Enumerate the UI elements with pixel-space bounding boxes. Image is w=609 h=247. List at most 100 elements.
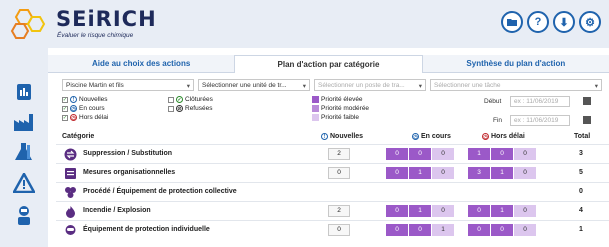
settings-button[interactable]: ⚙ <box>579 11 601 33</box>
lab-flask-icon <box>15 143 32 160</box>
legend-en-cours-label: En cours <box>79 105 105 112</box>
app-tagline: Évaluer le risque chimique <box>57 32 134 39</box>
worker-icon <box>18 206 30 225</box>
header-en-cours: ◷ En cours <box>412 133 451 140</box>
legend-en-cours[interactable]: ✓ ◷ En cours <box>62 104 108 113</box>
row-label: Équipement de protection individuelle <box>83 226 210 233</box>
checkbox-refusees[interactable] <box>168 105 174 112</box>
table-row[interactable]: Suppression / Substitution 2 0 0 0 1 0 0… <box>56 144 609 162</box>
header-nouvelles: ! Nouvelles <box>321 133 363 140</box>
row-total: 0 <box>579 188 583 195</box>
hors-delai-medium: 1 <box>491 167 513 179</box>
en-cours-medium: 0 <box>409 148 431 160</box>
status-legend-primary: ✓ ! Nouvelles ✓ ◷ En cours ✓ ◷ Hors déla… <box>62 95 108 122</box>
en-cours-high: 0 <box>386 205 408 217</box>
header-category: Catégorie <box>62 133 95 140</box>
tab-bar: Aide au choix des actions Plan d'action … <box>48 55 609 73</box>
report-icon <box>17 84 31 100</box>
legend-nouvelles-label: Nouvelles <box>79 96 108 103</box>
legend-cloturees-label: Clôturées <box>185 96 213 103</box>
tab-plan-action[interactable]: Plan d'action par catégorie <box>234 55 423 73</box>
priority-legend: Priorité élevée Priorité modérée Priorit… <box>312 95 369 122</box>
status-legend-secondary: ✓ Clôturées ⊘ Refusées <box>168 95 213 113</box>
folder-open-button[interactable] <box>501 11 523 33</box>
hors-delai-high: 0 <box>468 224 490 236</box>
settings-icon: ⚙ <box>585 16 595 29</box>
header-toolbar: ? ⬇ ⚙ <box>501 11 601 33</box>
header-total: Total <box>574 133 591 140</box>
debut-date-input[interactable]: ex : 11/06/2019 <box>510 96 570 107</box>
checkbox-hors-delai[interactable]: ✓ <box>62 114 68 121</box>
warning-triangle-icon <box>13 173 35 193</box>
checkbox-en-cours[interactable]: ✓ <box>62 105 68 112</box>
legend-priority-low-label: Priorité faible <box>321 114 359 121</box>
table-row[interactable]: Incendie / Explosion 2 0 1 0 0 1 0 4 <box>56 201 609 219</box>
en-cours-high: 0 <box>386 167 408 179</box>
company-select-value: Piscine Martin et fils <box>66 82 124 89</box>
en-cours-low: 0 <box>432 148 454 160</box>
personal-protection-icon <box>65 225 76 235</box>
hors-delai-low: 0 <box>514 148 536 160</box>
sidebar-item-worker[interactable] <box>12 203 36 227</box>
row-total: 4 <box>579 207 583 214</box>
legend-priority-high[interactable]: Priorité élevée <box>312 95 369 104</box>
workstation-select-value: Sélectionner un poste de tra... <box>318 82 405 89</box>
calendar-icon[interactable] <box>583 116 591 124</box>
hors-delai-high: 1 <box>468 148 490 160</box>
legend-priority-medium[interactable]: Priorité modérée <box>312 104 369 113</box>
hors-delai-medium: 0 <box>491 148 513 160</box>
info-icon: ! <box>321 133 328 140</box>
tab-synthese[interactable]: Synthèse du plan d'action <box>422 55 609 73</box>
en-cours-low: 0 <box>432 167 454 179</box>
app-name: SEiRICH <box>56 7 157 31</box>
header-nouvelles-label: Nouvelles <box>330 133 364 140</box>
task-select[interactable]: Sélectionner une tâche ▾ <box>430 79 602 91</box>
fire-icon <box>66 206 75 218</box>
nouvelles-count: 0 <box>328 224 350 236</box>
row-label: Suppression / Substitution <box>83 150 173 157</box>
tab-aide-choix[interactable]: Aide au choix des actions <box>48 55 235 73</box>
collective-protection-icon <box>65 187 76 198</box>
legend-refusees[interactable]: ⊘ Refusées <box>168 104 213 113</box>
work-unit-select[interactable]: Sélectionner une unité de tr... ▾ <box>198 79 310 91</box>
row-label: Incendie / Explosion <box>83 207 151 214</box>
sidebar-item-factory[interactable] <box>12 110 36 134</box>
fin-date-input[interactable]: ex : 11/06/2019 <box>510 115 570 126</box>
en-cours-high: 0 <box>386 224 408 236</box>
sidebar-item-lab[interactable] <box>12 140 36 164</box>
sidebar-item-warning[interactable] <box>12 171 36 195</box>
legend-refusees-label: Refusées <box>185 105 213 112</box>
workstation-select[interactable]: Sélectionner un poste de tra... ▾ <box>314 79 426 91</box>
table-row[interactable]: Mesures organisationnelles 0 0 1 0 3 1 0… <box>56 163 609 181</box>
legend-priority-medium-label: Priorité modérée <box>321 105 370 112</box>
clock-alert-icon: ◷ <box>482 133 489 140</box>
task-select-value: Sélectionner une tâche <box>434 82 501 89</box>
help-button[interactable]: ? <box>527 11 549 33</box>
hors-delai-low: 0 <box>514 224 536 236</box>
table-row[interactable]: Procédé / Équipement de protection colle… <box>56 182 609 200</box>
sidebar-item-report[interactable] <box>12 80 36 104</box>
chevron-down-icon: ▾ <box>186 83 190 90</box>
debut-label: Début <box>484 98 502 105</box>
hors-delai-low: 0 <box>514 205 536 217</box>
download-button[interactable]: ⬇ <box>553 11 575 33</box>
company-select[interactable]: Piscine Martin et fils ▾ <box>62 79 194 91</box>
nouvelles-count: 2 <box>328 148 350 160</box>
nouvelles-count: 0 <box>328 167 350 179</box>
row-label: Mesures organisationnelles <box>83 169 176 176</box>
legend-priority-low[interactable]: Priorité faible <box>312 113 369 122</box>
legend-cloturees[interactable]: ✓ Clôturées <box>168 95 213 104</box>
calendar-icon[interactable] <box>583 97 591 105</box>
table-row[interactable]: Équipement de protection individuelle 0 … <box>56 220 609 238</box>
checkbox-cloturees[interactable] <box>168 96 174 103</box>
organization-icon <box>65 168 76 179</box>
hors-delai-high: 3 <box>468 167 490 179</box>
header-hors-delai: ◷ Hors délai <box>482 133 525 140</box>
filter-bar: Piscine Martin et fils ▾ Sélectionner une… <box>56 79 609 91</box>
priority-high-swatch <box>312 96 319 103</box>
en-cours-low: 1 <box>432 224 454 236</box>
nouvelles-icon: ! <box>70 96 77 103</box>
legend-hors-delai[interactable]: ✓ ◷ Hors délai <box>62 113 108 122</box>
checkbox-nouvelles[interactable]: ✓ <box>62 96 68 103</box>
legend-nouvelles[interactable]: ✓ ! Nouvelles <box>62 95 108 104</box>
